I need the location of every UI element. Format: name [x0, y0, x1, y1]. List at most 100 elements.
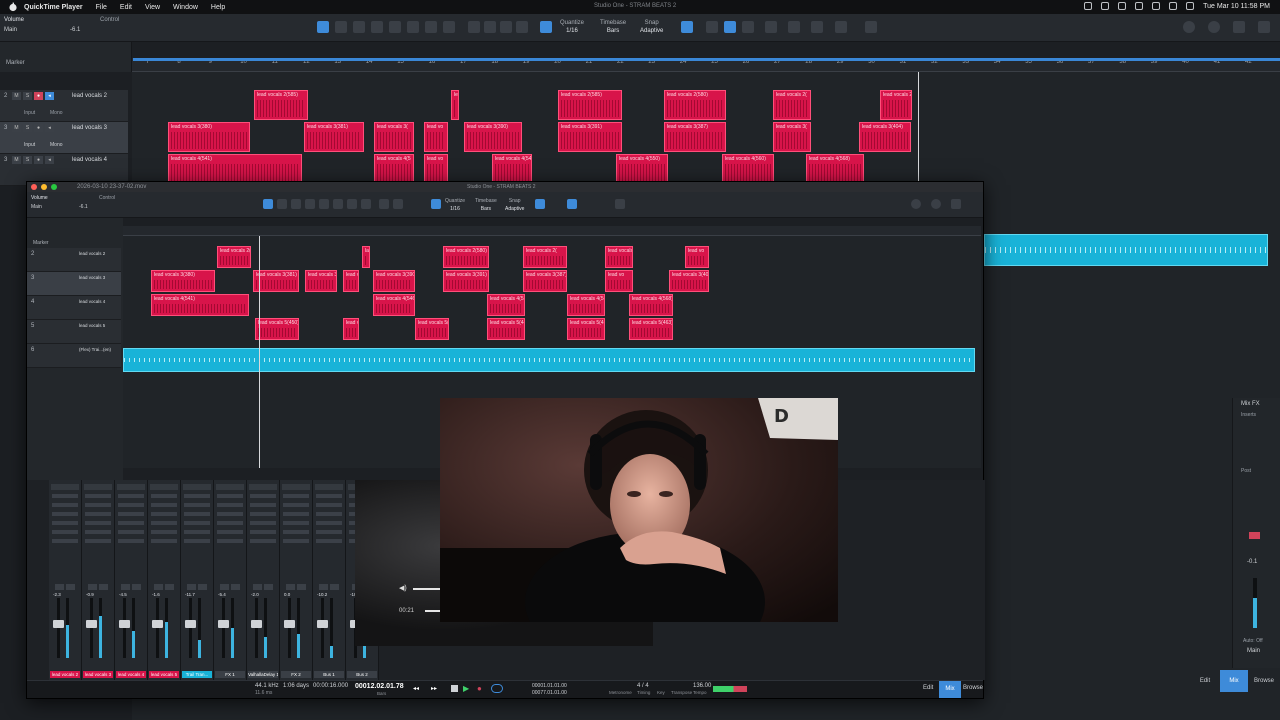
minimize-icon[interactable]	[41, 184, 47, 190]
clip[interactable]: lead vocals 4(550)	[616, 154, 668, 184]
comp-icon[interactable]	[484, 21, 496, 33]
send-slot[interactable]	[85, 530, 111, 534]
send-slot[interactable]	[250, 530, 276, 534]
clip[interactable]: lead vocals 4(560)	[722, 154, 774, 184]
mixer-channel-strip[interactable]: -2.3 lead vocals 2	[49, 480, 82, 680]
mute-tool-icon[interactable]	[407, 21, 419, 33]
send-slot[interactable]	[151, 512, 177, 516]
send-slot[interactable]	[217, 503, 243, 507]
send-slot[interactable]	[85, 494, 111, 498]
link-icon[interactable]	[516, 21, 528, 33]
send-slot[interactable]	[151, 539, 177, 543]
clip[interactable]: lead vocals 3(404)	[669, 270, 709, 292]
clip[interactable]: lead vo	[424, 154, 448, 184]
send-slot[interactable]	[250, 512, 276, 516]
send-slot[interactable]	[250, 503, 276, 507]
mute-button[interactable]	[220, 584, 229, 590]
clip[interactable]: lead vocals 4(550)	[487, 294, 525, 316]
send-slot[interactable]	[217, 521, 243, 525]
home-icon[interactable]	[951, 199, 961, 209]
edit-tab[interactable]: Edit	[1190, 678, 1220, 684]
arrow-tool-icon[interactable]	[263, 199, 273, 209]
clip[interactable]: lead vocals 2(	[217, 246, 251, 268]
solo-button[interactable]	[264, 584, 273, 590]
clip[interactable]: lead vocals 4(541)	[151, 294, 249, 316]
send-slot[interactable]	[151, 494, 177, 498]
send-slot[interactable]	[283, 512, 309, 516]
clip[interactable]: lead vo	[605, 270, 633, 292]
dropbox-icon[interactable]	[1101, 2, 1110, 10]
monitor-button[interactable]: ◂	[45, 156, 54, 164]
loop-end[interactable]: 00077.01.01.00	[532, 690, 567, 696]
clip[interactable]: lead vocals 4(541)	[168, 154, 302, 184]
volume-icon[interactable]: ◀)	[399, 584, 407, 592]
solo-button[interactable]	[330, 584, 339, 590]
channel-name[interactable]: Bus 1	[314, 671, 344, 678]
snap-grid-icon[interactable]	[742, 21, 754, 33]
clip[interactable]: lead vocals 2(	[880, 90, 912, 120]
autoscroll-icon[interactable]	[706, 21, 718, 33]
send-slot[interactable]	[184, 530, 210, 534]
channel-name[interactable]: lead vocals 2	[50, 671, 80, 678]
clip[interactable]: lead vocals 4(560)	[567, 294, 605, 316]
home-icon[interactable]	[1233, 21, 1245, 33]
inserts-slot[interactable]	[249, 484, 277, 490]
solo-button[interactable]: S	[23, 92, 32, 100]
solo-button[interactable]	[231, 584, 240, 590]
audio-event[interactable]	[123, 348, 975, 372]
listen-tool-icon[interactable]	[443, 21, 455, 33]
forward-icon[interactable]: ▸▸	[431, 685, 437, 692]
fader-cap[interactable]	[185, 620, 196, 628]
send-slot[interactable]	[217, 494, 243, 498]
track-name[interactable]: lead vocals 4	[79, 299, 105, 304]
front-track-4[interactable]: 4 lead vocals 4	[27, 296, 121, 320]
apple-icon[interactable]	[8, 2, 18, 12]
clip[interactable]: lead vocals 3(	[773, 122, 811, 152]
track-name[interactable]: lead vocals 5	[79, 323, 105, 328]
zoom-icon[interactable]	[51, 184, 57, 190]
channel-name[interactable]: Bus 2	[347, 671, 377, 678]
position-display[interactable]: 00012.02.01.78	[355, 683, 404, 690]
split-view-icon[interactable]	[765, 21, 777, 33]
send-slot[interactable]	[85, 503, 111, 507]
mute-button[interactable]: M	[12, 124, 21, 132]
send-slot[interactable]	[151, 530, 177, 534]
mixer-channel-strip[interactable]: -0.9 lead vocals 3	[82, 480, 115, 680]
channel-name[interactable]: lead vocals 5	[149, 671, 179, 678]
channel-fader[interactable]	[288, 598, 291, 658]
send-slot[interactable]	[52, 512, 78, 516]
channel-name[interactable]: lead vocals 4	[116, 671, 146, 678]
send-slot[interactable]	[52, 494, 78, 498]
clip[interactable]: lead vocals 3(391)	[558, 122, 622, 152]
mixer-channel-strip[interactable]: -2.0 ValhallaDelay 1	[247, 480, 280, 680]
front-track-3[interactable]: 3 lead vocals 3	[27, 272, 121, 296]
clip[interactable]: lead vocals 4(5	[374, 154, 414, 184]
fader-cap[interactable]	[251, 620, 262, 628]
track-input[interactable]: Input	[24, 110, 35, 116]
back-track-2[interactable]: 2 M S ● ◂ lead vocals 2 Input Mono	[0, 90, 128, 122]
front-quantize-control[interactable]: Quantize 1/16	[445, 197, 465, 213]
bend-tool-icon[interactable]	[425, 21, 437, 33]
clip[interactable]: lead vocals 2(	[605, 246, 633, 268]
snap-toggle-icon[interactable]	[681, 21, 693, 33]
tempo-value[interactable]: 136.00	[693, 683, 711, 689]
clip[interactable]: lead vocals 3(380)	[168, 122, 250, 152]
loop-start[interactable]: 00001.01.01.00	[532, 683, 567, 689]
clip[interactable]: lead vocals 2(585)	[254, 90, 308, 120]
bend-tool-icon[interactable]	[347, 199, 357, 209]
channel-name[interactable]: FX 1	[215, 671, 245, 678]
solo-button[interactable]: S	[23, 124, 32, 132]
clip[interactable]: la	[362, 246, 370, 268]
mute-button[interactable]	[319, 584, 328, 590]
video-icon[interactable]	[811, 21, 823, 33]
listen-tool-icon[interactable]	[361, 199, 371, 209]
clip[interactable]: lead vo	[424, 122, 448, 152]
send-slot[interactable]	[85, 539, 111, 543]
clip[interactable]: lead vocals 2(585)	[558, 90, 622, 120]
clip[interactable]: lead vocals 4(568)	[629, 294, 673, 316]
volume-slider[interactable]	[413, 588, 441, 590]
send-slot[interactable]	[52, 539, 78, 543]
send-slot[interactable]	[184, 521, 210, 525]
send-slot[interactable]	[85, 512, 111, 516]
record-icon[interactable]	[1249, 532, 1260, 539]
